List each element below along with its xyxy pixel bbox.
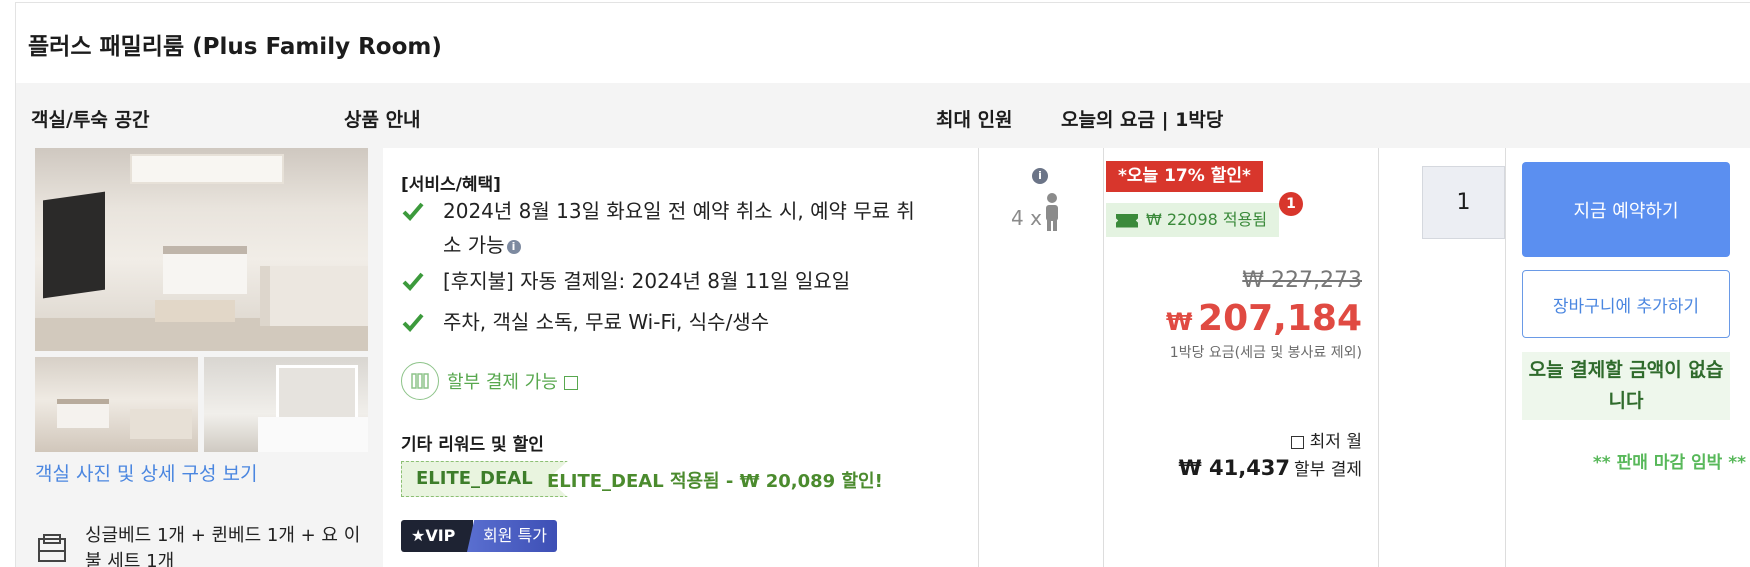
book-now-button[interactable]: 지금 예약하기: [1522, 162, 1730, 257]
occupancy-count: 4 x: [1011, 206, 1042, 230]
soldout-soon-notice: ** 판매 마감 임박 **: [1592, 453, 1746, 473]
header-todays-rate: 오늘의 요금 | 1박당: [1061, 109, 1224, 131]
quantity-panel: 1: [1379, 148, 1506, 567]
room-thumb-photo-1[interactable]: [35, 357, 198, 452]
per-night-note: 1박당 요금(세금 및 봉사료 제외): [1169, 345, 1362, 361]
elite-deal-tag: ELITE_DEAL: [401, 461, 568, 497]
person-icon: [1046, 193, 1058, 231]
occupancy-info-icon[interactable]: i: [1032, 168, 1048, 184]
header-max-guests: 최대 인원: [936, 109, 1013, 131]
benefit-item: 주차, 객실 소독, 무료 Wi-Fi, 식수/생수: [401, 305, 921, 339]
discount-badge: *오늘 17% 할인*: [1106, 161, 1263, 192]
installment-icon: [401, 362, 439, 400]
price-panel: *오늘 17% 할인* ₩ 22098 적용됨 1 ₩ 227,273 ₩ 20…: [1104, 148, 1379, 567]
bed-icon: [38, 534, 66, 562]
product-info-panel: [서비스/혜택] 2024년 8월 13일 화요일 전 예약 취소 시, 예약 …: [383, 148, 979, 567]
external-link-icon: [563, 376, 578, 390]
check-icon: [402, 272, 424, 291]
add-to-cart-button[interactable]: 장바구니에 추가하기: [1522, 270, 1730, 338]
header-product-info: 상품 안내: [344, 109, 421, 131]
room-main-photo[interactable]: [35, 148, 368, 351]
min-monthly-link[interactable]: 최저 월: [1290, 427, 1362, 452]
coupon-applied: ₩ 22098 적용됨: [1106, 203, 1280, 237]
elite-deal-applied-text: ELITE_DEAL 적용됨 - ₩ 20,089 할인!: [547, 471, 883, 492]
bed-text: 싱글베드 1개 + 퀸베드 1개 + 요 이불 세트 1개: [85, 525, 361, 567]
view-room-photos-link[interactable]: 객실 사진 및 상세 구성 보기: [35, 459, 257, 486]
benefit-item: 2024년 8월 13일 화요일 전 예약 취소 시, 예약 무료 취소 가능 i: [401, 194, 921, 262]
other-rewards-title: 기타 리워드 및 할인: [401, 435, 544, 455]
info-icon[interactable]: i: [506, 239, 521, 254]
current-price: ₩ 207,184: [1165, 298, 1362, 339]
check-icon: [402, 313, 424, 332]
coupon-icon: [1116, 213, 1138, 228]
monthly-installment: ₩ 41,437 할부 결제: [1178, 456, 1362, 480]
room-thumb-photo-2[interactable]: [204, 357, 368, 452]
occupancy-panel: i 4 x: [979, 148, 1104, 567]
installment-text: 할부 결제 가능: [447, 372, 558, 393]
original-price: ₩ 227,273: [1242, 268, 1362, 293]
coupon-count-badge: 1: [1279, 192, 1303, 216]
services-title: [서비스/혜택]: [401, 175, 501, 195]
action-panel: 지금 예약하기 장바구니에 추가하기 오늘 결제할 금액이 없습니다 ** 판매…: [1506, 148, 1750, 567]
check-icon: [402, 202, 424, 221]
vip-label: ★VIP: [401, 520, 473, 552]
star-icon: ★: [411, 526, 426, 545]
benefit-item: [후지불] 자동 결제일: 2024년 8월 11일 일요일: [401, 264, 921, 298]
room-quantity-select[interactable]: 1: [1422, 166, 1505, 239]
room-title: 플러스 패밀리룸 (Plus Family Room): [28, 34, 442, 60]
benefit-text: 주차, 객실 소독, 무료 Wi-Fi, 식수/생수: [443, 310, 770, 334]
external-link-icon: [1290, 435, 1304, 449]
header-room-space: 객실/투숙 공간: [31, 109, 150, 131]
room-card: 플러스 패밀리룸 (Plus Family Room) 객실/투숙 공간 상품 …: [15, 2, 1750, 567]
vip-member-label: 회원 특가: [467, 520, 557, 552]
benefit-text: [후지불] 자동 결제일: 2024년 8월 11일 일요일: [443, 269, 851, 293]
pay-today-note: 오늘 결제할 금액이 없습니다: [1522, 352, 1730, 420]
